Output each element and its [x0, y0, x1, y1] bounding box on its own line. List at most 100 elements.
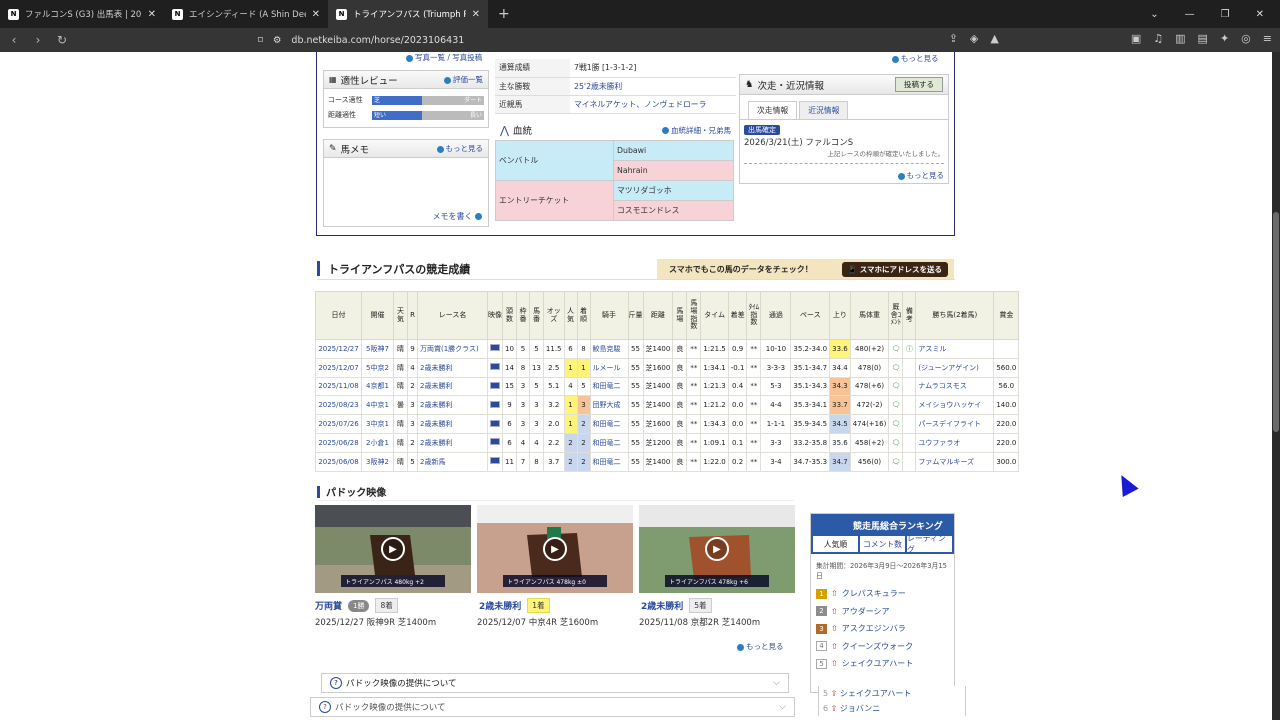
site-info-icon[interactable]: ⚙	[273, 35, 282, 46]
table-cell[interactable]: 🗨	[888, 451, 904, 472]
table-cell[interactable]: 4京都1	[361, 376, 394, 397]
results-header-cell[interactable]: 人気	[563, 291, 578, 340]
ranking-item[interactable]: 5 ⇧ シェイクユアハート	[811, 655, 954, 673]
results-header-cell[interactable]: ペース	[790, 291, 831, 340]
table-cell[interactable]: ユウファラオ	[915, 432, 995, 453]
table-link[interactable]: (ジューンアゲイン)	[918, 364, 978, 372]
address-bar[interactable]: ⌑ ⚙ db.netkeiba.com/horse/2023106431	[258, 31, 998, 49]
ranking-item[interactable]: 3 ⇧ アスクエジンバラ	[811, 620, 954, 638]
table-link[interactable]: パースデイフライト	[918, 420, 981, 428]
comment-icon[interactable]: 🗨	[891, 420, 900, 428]
table-link[interactable]: アスミル	[918, 345, 946, 353]
table-link[interactable]: 3中京1	[366, 420, 389, 428]
write-memo-link[interactable]: メモを書く	[432, 211, 484, 222]
table-cell[interactable]: 3阪神2	[361, 451, 394, 472]
sidebar-icon[interactable]: ▥	[1175, 32, 1185, 45]
results-header-cell[interactable]: 着順	[576, 291, 591, 340]
paddock-video-thumb[interactable]: ▶ トライアンフパス 478kg +6	[639, 505, 795, 593]
more-link-top[interactable]: もっと見る	[892, 53, 939, 64]
table-link[interactable]: 2歳未勝利	[420, 420, 452, 428]
table-cell[interactable]: 🗨	[888, 432, 904, 453]
next-race-name[interactable]: 2026/3/21(土) ファルコンS	[744, 138, 853, 148]
table-cell[interactable]: 和田竜二	[589, 451, 629, 472]
paddock-faq-accordion-sticky[interactable]: ? パドック映像の提供について ⌵	[310, 697, 795, 717]
tab-next-race[interactable]: 次走情報	[748, 101, 798, 119]
table-cell[interactable]: 万両賞(1勝クラス)	[417, 339, 488, 359]
music-icon[interactable]: ♫	[1153, 32, 1163, 45]
table-cell[interactable]: 🗨	[888, 339, 904, 359]
paddock-more-link[interactable]: もっと見る	[737, 641, 784, 652]
results-header-cell[interactable]: 備考	[902, 291, 917, 340]
results-header-cell[interactable]: レース名	[417, 291, 488, 340]
table-cell[interactable]	[487, 432, 503, 453]
results-header-cell[interactable]: 通過	[760, 291, 792, 340]
table-cell[interactable]: 2小倉1	[361, 432, 394, 453]
new-tab-icon[interactable]: +	[488, 0, 520, 28]
table-link[interactable]: 2025/06/28	[318, 439, 358, 447]
results-header-cell[interactable]: 斤量	[627, 291, 644, 340]
paddock-faq-accordion[interactable]: ? パドック映像の提供について ⌵	[321, 673, 789, 693]
post-button[interactable]: 投稿する	[895, 77, 943, 92]
dam-sire[interactable]: マツリダゴッホ	[613, 180, 734, 201]
ranking-horse-name[interactable]: シェイクユアハート	[842, 658, 914, 669]
table-link[interactable]: ファムマルキーズ	[918, 458, 974, 466]
share-icon[interactable]: ⇪	[949, 32, 958, 45]
close-tab-icon[interactable]: ✕	[472, 9, 480, 20]
table-cell[interactable]	[487, 414, 503, 434]
ranking-horse-name[interactable]: クレパスキュラー	[842, 588, 906, 599]
table-link[interactable]: 万両賞(1勝クラス)	[420, 345, 479, 353]
table-cell[interactable]: 2025/08/23	[315, 395, 362, 416]
table-cell[interactable]: (ジューンアゲイン)	[915, 357, 995, 378]
table-link[interactable]: ユウファラオ	[918, 439, 960, 447]
table-cell[interactable]: 和田竜二	[589, 376, 629, 397]
results-header-cell[interactable]: 厩舎ｺﾒﾝﾄ	[888, 291, 904, 340]
results-header-cell[interactable]: 馬場	[672, 291, 688, 340]
note-icon[interactable]: ⓘ	[906, 345, 913, 353]
table-link[interactable]: 3阪神2	[366, 458, 389, 466]
ranking-item[interactable]: 4 ⇧ クイーンズウォーク	[811, 638, 954, 656]
results-header-cell[interactable]: 勝ち馬(2着馬)	[915, 291, 995, 340]
forward-icon[interactable]: ›	[28, 33, 48, 47]
table-cell[interactable]: 2歳未勝利	[417, 414, 488, 434]
table-cell[interactable]: 2025/07/26	[315, 414, 362, 434]
reload-icon[interactable]: ↻	[52, 33, 72, 47]
table-link[interactable]: 2歳未勝利	[420, 439, 452, 447]
table-link[interactable]: 5阪神7	[366, 345, 389, 353]
table-link[interactable]: 5中京2	[366, 364, 389, 372]
back-icon[interactable]: ‹	[4, 33, 24, 47]
paddock-label[interactable]: 万両賞 1勝 8着	[315, 598, 398, 613]
results-header-cell[interactable]: 頭数	[502, 291, 517, 340]
review-list-link[interactable]: 評価一覧	[444, 74, 483, 85]
table-cell[interactable]: 3中京1	[361, 414, 394, 434]
table-cell[interactable]	[487, 376, 503, 397]
table-link[interactable]: 2歳未勝利	[420, 364, 452, 372]
table-cell[interactable]: 2025/11/08	[315, 376, 362, 397]
results-header-cell[interactable]: 馬番	[529, 291, 544, 340]
maximize-icon[interactable]: ❐	[1221, 9, 1230, 20]
table-cell[interactable]: 和田竜二	[589, 414, 629, 434]
tab-comments[interactable]: コメント数	[860, 536, 905, 552]
memo-more-link[interactable]: もっと見る	[436, 143, 483, 154]
paddock-label[interactable]: 2歳未勝利 5着	[641, 598, 712, 613]
table-link[interactable]: 和田竜二	[593, 420, 621, 428]
results-header-cell[interactable]: 日付	[315, 291, 362, 340]
comment-icon[interactable]: 🗨	[891, 382, 900, 390]
table-cell[interactable]	[487, 451, 503, 472]
table-cell[interactable]: アスミル	[915, 339, 995, 359]
play-icon[interactable]: ▶	[705, 537, 729, 561]
table-cell[interactable]: 2歳未勝利	[417, 432, 488, 453]
table-cell[interactable]: 2歳未勝利	[417, 395, 488, 416]
video-icon[interactable]	[490, 363, 500, 371]
results-header-cell[interactable]: 上り	[829, 291, 851, 340]
sire-dam[interactable]: Nahrain	[613, 160, 734, 181]
results-header-cell[interactable]: ﾀｲﾑ指数	[746, 291, 762, 340]
results-header-cell[interactable]: 馬場指数	[686, 291, 702, 340]
table-link[interactable]: 和田竜二	[593, 458, 621, 466]
paddock-video-thumb[interactable]: ▶ トライアンフパス 478kg ±0	[477, 505, 633, 593]
table-cell[interactable]: 2025/12/07	[315, 357, 362, 378]
table-cell[interactable]: ナムラコスモス	[915, 376, 995, 397]
minimize-icon[interactable]: —	[1185, 9, 1195, 20]
results-header-cell[interactable]: 枠番	[516, 291, 530, 340]
video-icon[interactable]	[490, 419, 500, 427]
table-cell[interactable]: ⓘ	[902, 339, 917, 359]
